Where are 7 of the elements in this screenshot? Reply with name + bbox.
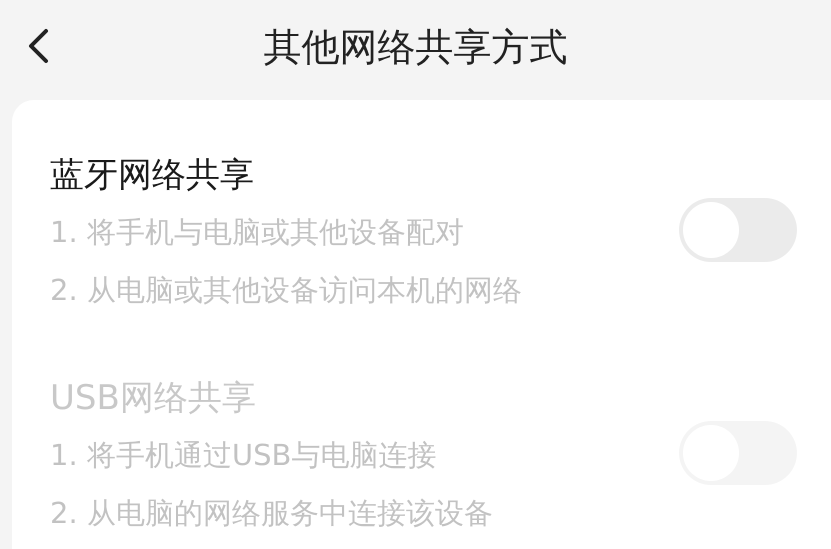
step-text: 1. 将手机与电脑或其他设备配对 xyxy=(50,214,465,251)
step-text: 2. 从电脑的网络服务中连接该设备 xyxy=(50,495,493,532)
step-text: 2. 从电脑或其他设备访问本机的网络 xyxy=(50,272,522,309)
step-text: 1. 将手机通过USB与电脑连接 xyxy=(50,437,438,474)
section-title: 蓝牙网络共享 xyxy=(50,154,255,197)
page-title: 其他网络共享方式 xyxy=(264,24,568,71)
back-icon xyxy=(26,28,50,64)
